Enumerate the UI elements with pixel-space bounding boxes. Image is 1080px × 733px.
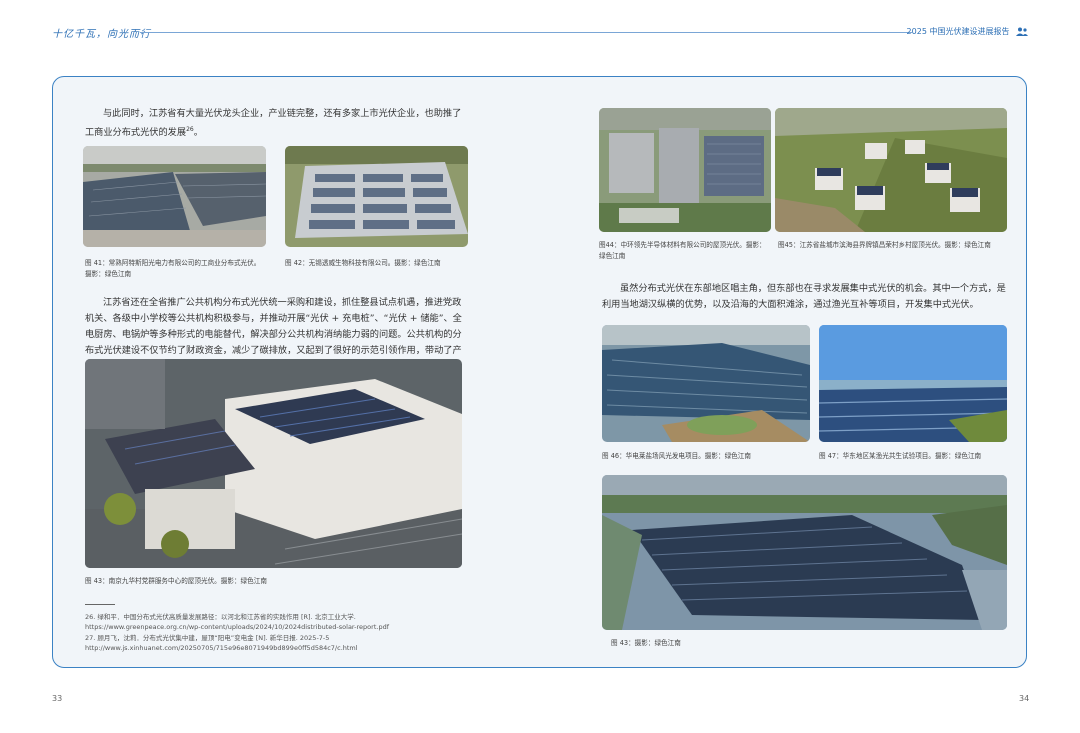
fig47-photo (819, 325, 1007, 442)
fig48-caption: 图 43：摄影：绿色江南 (611, 639, 681, 647)
fig43-caption: 图 43：南京九华村党群服务中心的屋顶光伏。摄影：绿色江南 (85, 577, 267, 585)
fig45-photo (775, 108, 1007, 232)
fig47-caption: 图 47：华东地区某渔光共生试验项目。摄影：绿色江南 (819, 452, 982, 460)
header-rule (140, 32, 912, 33)
page-number-right: 34 (1019, 694, 1030, 703)
people-icon (1016, 27, 1028, 36)
header-report-title: 2025 中国光伏建设进展报告 (907, 26, 1028, 37)
fig48-photo (602, 475, 1007, 630)
page-number-left: 33 (52, 694, 63, 703)
footnote-rule (85, 604, 115, 605)
fig46-photo (602, 325, 810, 442)
paragraph-industry: 与此同时，江苏省有大量光伏龙头企业，产业链完整，还有多家上市光伏企业，也助推了工… (85, 108, 462, 139)
fig44-photo (599, 108, 771, 232)
fig45-caption: 图45：江苏省盐城市滨海县界牌镇昌荣村乡村屋顶光伏。摄影：绿色江南 (778, 241, 991, 249)
fig46-caption: 图 46：华电莱盐场风光发电项目。摄影：绿色江南 (602, 452, 751, 460)
footnote-26: 26. 绿和平．中国分布式光伏高质量发展路径：以河北和江苏省的实践作用 [R].… (85, 613, 389, 631)
fig41-caption: 图 41：常熟阿特斯阳光电力有限公司的工商业分布式光伏。摄影：绿色江南 (85, 259, 261, 278)
header-slogan: 十亿千瓦，向光而行 (52, 29, 151, 40)
footnote-27: 27. 顾月飞，沈莉．分布式光伏集中建，屋顶“阳电”变电金 [N]. 新华日报.… (85, 634, 358, 652)
fig44-caption: 图44：中环领先半导体材料有限公司的屋顶光伏。摄影：绿色江南 (599, 241, 766, 260)
fig41-photo (83, 146, 266, 247)
paragraph-centralized: 虽然分布式光伏在东部地区唱主角，但东部也在寻求发展集中式光伏的机会。其中一个方式… (602, 283, 1006, 310)
report-title-text: 2025 中国光伏建设进展报告 (906, 27, 1010, 36)
footnote-ref-26: 26 (186, 126, 194, 133)
fig42-caption: 图 42：无锡透威生物科技有限公司。摄影：绿色江南 (285, 259, 441, 267)
fig42-photo (285, 146, 468, 247)
fig43-photo (85, 359, 462, 568)
